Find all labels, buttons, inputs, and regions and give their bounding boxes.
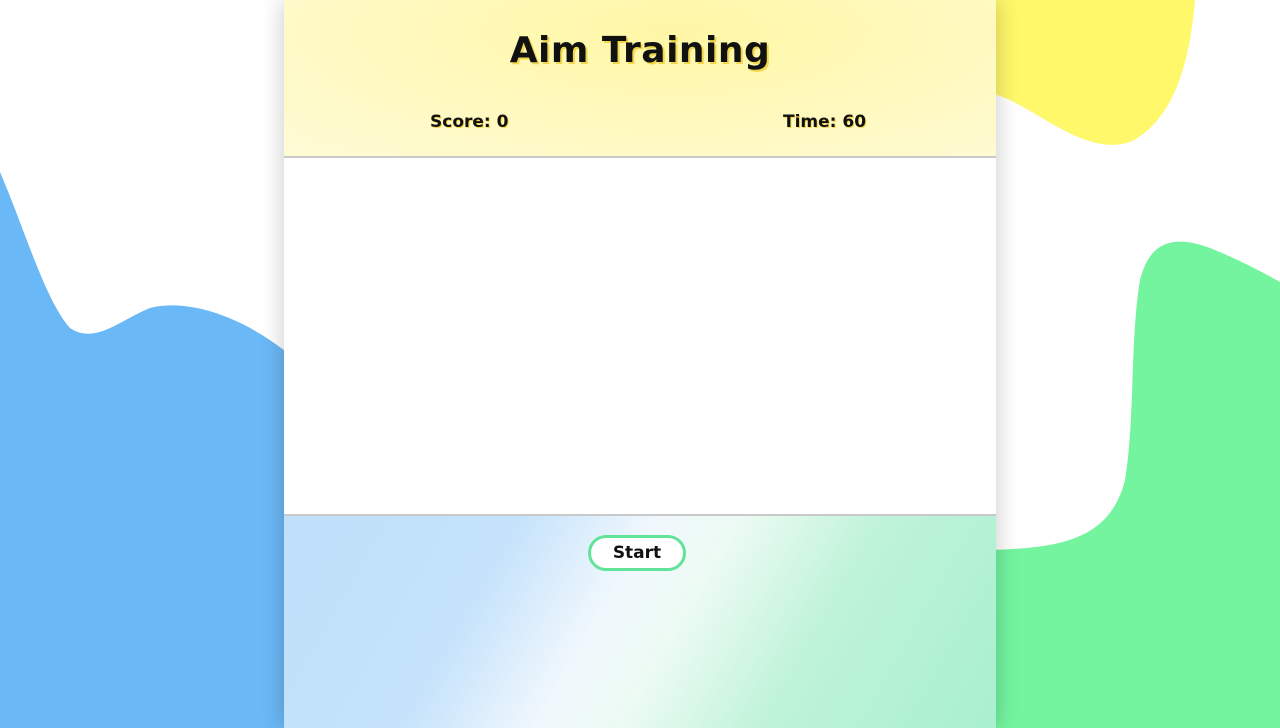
score-value: 0 — [496, 112, 509, 132]
start-button[interactable]: Start — [588, 535, 686, 571]
score-display: Score: 0 — [430, 112, 509, 132]
score-label: Score — [430, 112, 484, 132]
green-blob-shape — [990, 241, 1280, 728]
game-page: Aim Training Score: 0 Time: 60 Start — [0, 0, 1280, 728]
game-footer: Start — [284, 516, 996, 728]
blue-blob-shape — [0, 172, 290, 728]
time-display: Time: 60 — [783, 112, 867, 132]
time-value: 60 — [842, 112, 867, 132]
target-area[interactable] — [284, 158, 996, 516]
game-title: Aim Training — [509, 30, 771, 71]
game-header: Aim Training Score: 0 Time: 60 — [284, 0, 996, 158]
time-label: Time — [783, 112, 830, 132]
game-panel: Aim Training Score: 0 Time: 60 Start — [284, 0, 996, 728]
yellow-blob-shape — [990, 0, 1195, 145]
